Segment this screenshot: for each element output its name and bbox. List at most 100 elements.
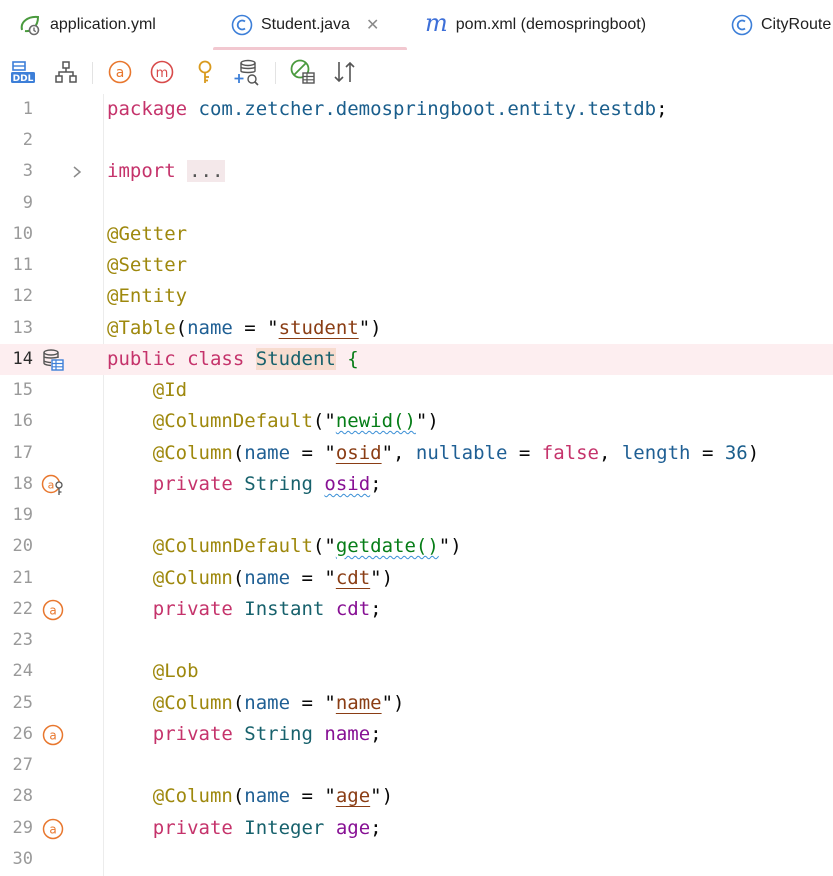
code-text: @Column(name = "age")	[152, 785, 394, 807]
line-number: 15	[12, 380, 33, 400]
code-line: 18 a private String osid;	[0, 469, 833, 500]
code-text: private String osid;	[152, 473, 382, 495]
attribute-a-icon[interactable]: a	[41, 723, 65, 747]
add-database-icon[interactable]	[233, 58, 261, 86]
line-number: 13	[12, 318, 33, 338]
line-number: 25	[12, 693, 33, 713]
code-line: 23	[0, 625, 833, 656]
code-line: 9	[0, 188, 833, 219]
code-text: @Column(name = "cdt")	[152, 567, 394, 589]
code-line-current: 14 public class Student {	[0, 344, 833, 375]
primary-key-attribute-icon[interactable]: a	[41, 473, 65, 497]
line-number: 9	[22, 193, 33, 213]
line-number: 29	[12, 818, 33, 838]
svg-text:a: a	[49, 823, 56, 837]
line-number: 30	[12, 849, 33, 869]
tab-label: CityRoute	[761, 16, 832, 33]
code-line: 13 @Table(name = "student")	[0, 313, 833, 344]
attribute-a-icon[interactable]: a	[41, 817, 65, 841]
code-line: 11 @Setter	[0, 250, 833, 281]
line-number: 1	[22, 99, 33, 119]
code-text: @ColumnDefault("getdate()")	[152, 535, 462, 557]
line-number: 2	[22, 130, 33, 150]
spring-leaf-icon	[18, 14, 42, 36]
method-m-icon[interactable]: m	[148, 58, 176, 86]
tab-label: pom.xml (demospringboot)	[455, 16, 647, 33]
tab-cityroute[interactable]: CityRoute	[731, 0, 831, 50]
hierarchy-icon[interactable]	[52, 58, 80, 86]
line-number: 17	[12, 443, 33, 463]
code-line: 12 @Entity	[0, 281, 833, 312]
line-number: 12	[12, 286, 33, 306]
code-text: @Table(name = "student")	[107, 317, 382, 339]
code-line: 24 @Lob	[0, 656, 833, 687]
code-line: 10 @Getter	[0, 219, 833, 250]
code-line: 20 @ColumnDefault("getdate()")	[0, 531, 833, 562]
key-icon[interactable]	[191, 58, 219, 86]
entity-toolbar: DDL a m	[0, 52, 833, 94]
close-icon[interactable]: ✕	[366, 15, 379, 35]
tab-application-yml[interactable]: application.yml	[18, 0, 156, 50]
code-text: private String name;	[152, 723, 382, 745]
class-c-icon	[731, 14, 753, 36]
sort-icon[interactable]	[331, 58, 359, 86]
line-number: 27	[12, 755, 33, 775]
database-table-icon[interactable]	[41, 348, 65, 372]
entity-check-icon[interactable]	[289, 58, 317, 86]
line-number: 14	[12, 349, 33, 369]
code-line: 16 @ColumnDefault("newid()")	[0, 406, 833, 437]
line-number: 28	[12, 786, 33, 806]
line-number: 23	[12, 630, 33, 650]
tab-pom-xml[interactable]: m pom.xml (demospringboot)	[425, 0, 646, 50]
editor-tab-bar: application.yml Student.java ✕ m pom.xml…	[0, 0, 833, 50]
code-line: 1 package com.zetcher.demospringboot.ent…	[0, 94, 833, 125]
code-text: @Entity	[107, 285, 188, 307]
svg-text:a: a	[116, 65, 125, 81]
tab-label: Student.java	[261, 16, 350, 33]
line-number: 10	[12, 224, 33, 244]
maven-m-icon: m	[425, 9, 448, 37]
line-number: 3	[22, 161, 33, 181]
tab-label: application.yml	[50, 16, 156, 33]
code-text: @Column(name = "name")	[152, 692, 405, 714]
code-line: 3 import ...	[0, 156, 833, 187]
chevron-right-icon[interactable]	[72, 156, 82, 187]
code-line: 2	[0, 125, 833, 156]
code-line: 26 a private String name;	[0, 719, 833, 750]
svg-text:a: a	[48, 479, 55, 492]
code-line: 17 @Column(name = "osid", nullable = fal…	[0, 438, 833, 469]
code-text: private Instant cdt;	[152, 598, 382, 620]
svg-text:m: m	[156, 66, 169, 81]
code-text: public class Student {	[107, 348, 359, 370]
attribute-a-icon[interactable]: a	[106, 58, 134, 86]
code-line: 29 a private Integer age;	[0, 813, 833, 844]
code-editor[interactable]: 1 package com.zetcher.demospringboot.ent…	[0, 94, 833, 876]
code-text: private Integer age;	[152, 817, 382, 839]
ddl-icon[interactable]: DDL	[9, 58, 37, 86]
tab-student-java[interactable]: Student.java ✕	[213, 0, 407, 50]
code-line: 30	[0, 844, 833, 875]
ddl-label: DDL	[13, 74, 34, 84]
code-line: 22 a private Instant cdt;	[0, 594, 833, 625]
line-number: 24	[12, 661, 33, 681]
code-text: @Lob	[152, 660, 199, 682]
code-line: 19	[0, 500, 833, 531]
code-line: 28 @Column(name = "age")	[0, 781, 833, 812]
folded-imports[interactable]: ...	[187, 160, 226, 182]
code-line: 21 @Column(name = "cdt")	[0, 563, 833, 594]
code-text: @Column(name = "osid", nullable = false,…	[152, 442, 760, 464]
line-number: 22	[12, 599, 33, 619]
line-number: 16	[12, 411, 33, 431]
class-c-icon	[231, 14, 253, 36]
code-text: @Getter	[107, 223, 188, 245]
attribute-a-icon[interactable]: a	[41, 598, 65, 622]
code-line: 25 @Column(name = "name")	[0, 688, 833, 719]
code-text: import ...	[107, 160, 226, 182]
code-line: 15 @Id	[0, 375, 833, 406]
code-text: @Setter	[107, 254, 188, 276]
line-number: 20	[12, 536, 33, 556]
code-text: @Id	[152, 379, 188, 401]
line-number: 21	[12, 568, 33, 588]
svg-text:a: a	[49, 604, 56, 618]
code-line: 27	[0, 750, 833, 781]
